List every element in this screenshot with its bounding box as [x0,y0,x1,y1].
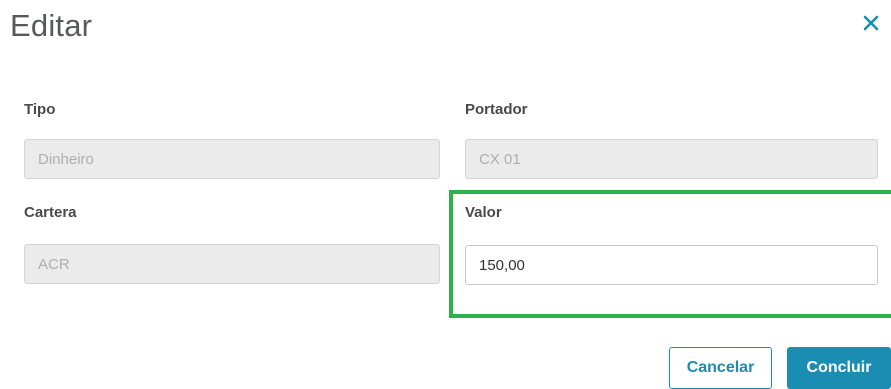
cartera-label: Cartera [24,204,77,221]
dialog-title: Editar [10,8,93,43]
portador-label: Portador [465,101,528,118]
valor-field[interactable] [465,245,878,285]
cancel-button[interactable]: Cancelar [669,347,772,389]
confirm-button[interactable]: Concluir [787,347,891,389]
cartera-field[interactable] [24,244,440,284]
tipo-label: Tipo [24,101,56,118]
portador-field[interactable] [465,139,878,179]
valor-label: Valor [465,204,502,221]
close-icon[interactable] [860,12,882,34]
tipo-field[interactable] [24,139,440,179]
edit-dialog: Editar Tipo Portador Cartera Valor Cance… [0,0,891,389]
